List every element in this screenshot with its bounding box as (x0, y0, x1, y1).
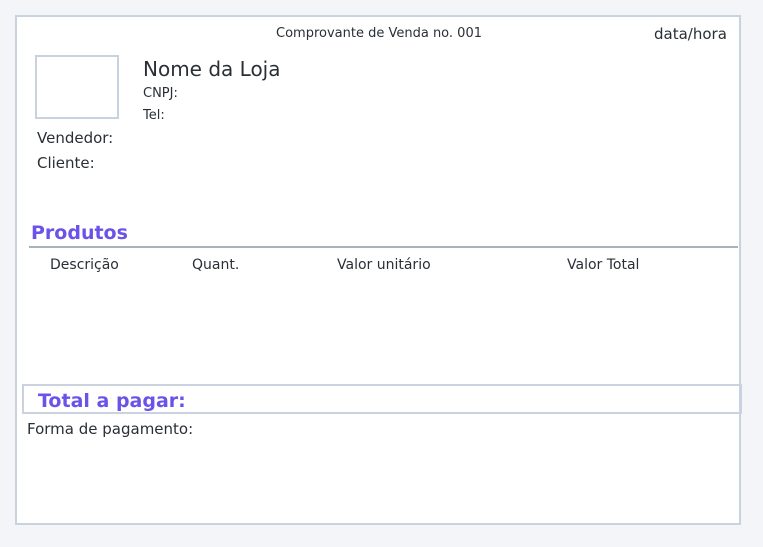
products-divider (29, 246, 738, 248)
column-header-unit-price: Valor unitário (337, 257, 431, 273)
total-to-pay-box: Total a pagar: (22, 384, 742, 414)
receipt-datetime: data/hora (654, 25, 727, 43)
store-cnpj-label: CNPJ: (143, 86, 178, 101)
receipt-title: Comprovante de Venda no. 001 (276, 26, 482, 41)
store-logo-placeholder (35, 55, 119, 119)
store-tel-label: Tel: (143, 108, 165, 123)
client-label: Cliente: (37, 154, 95, 172)
payment-method-label: Forma de pagamento: (27, 420, 194, 438)
column-header-total-price: Valor Total (567, 257, 640, 273)
sale-receipt: Comprovante de Venda no. 001 data/hora N… (15, 15, 742, 525)
column-header-description: Descrição (50, 257, 119, 273)
total-to-pay-label: Total a pagar: (38, 390, 186, 412)
column-header-quantity: Quant. (192, 257, 240, 273)
products-section-title: Produtos (31, 222, 128, 244)
store-name: Nome da Loja (143, 57, 281, 81)
seller-label: Vendedor: (37, 129, 114, 147)
